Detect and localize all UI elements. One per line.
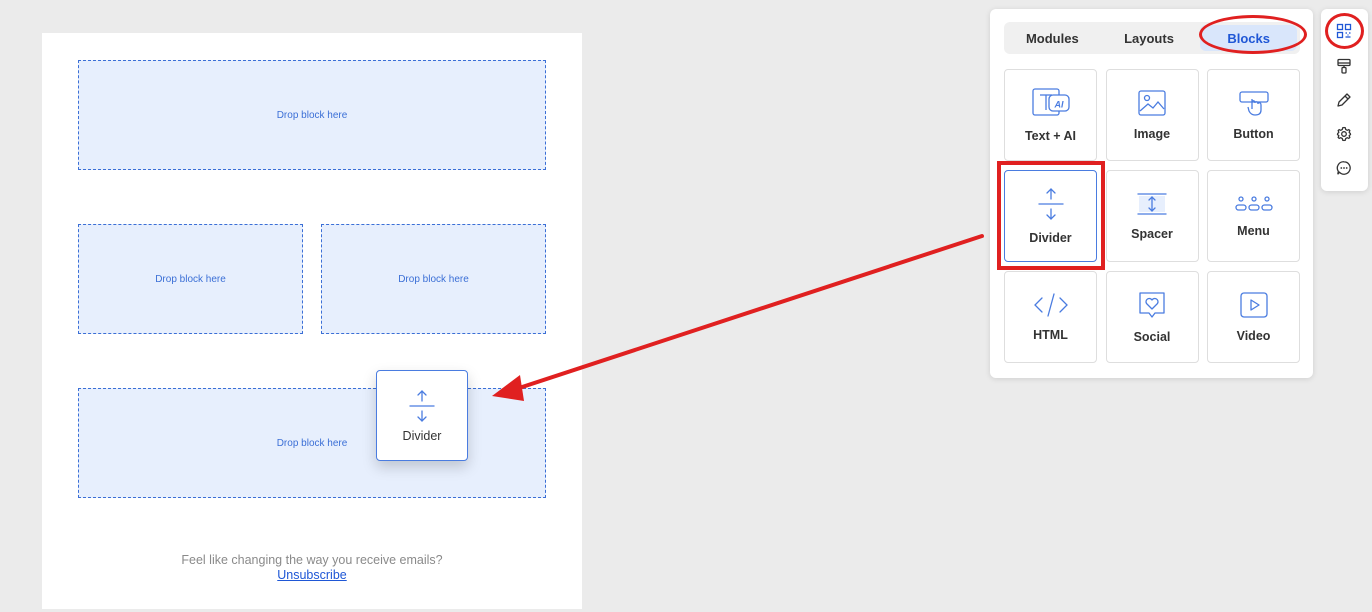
pencil-icon bbox=[1337, 93, 1351, 107]
blocks-grid: AI Text + AI Image Button Divider Spacer… bbox=[1004, 69, 1300, 363]
gear-icon bbox=[1336, 126, 1352, 142]
block-label: HTML bbox=[1033, 328, 1068, 342]
divider-icon bbox=[409, 389, 435, 422]
footer-text: Feel like changing the way you receive e… bbox=[181, 553, 443, 567]
drop-zone-left[interactable]: Drop block here bbox=[78, 224, 303, 334]
right-toolbar bbox=[1321, 9, 1368, 191]
drop-zone-label: Drop block here bbox=[155, 273, 226, 285]
blocks-panel: Modules Layouts Blocks AI Text + AI Imag… bbox=[990, 9, 1313, 378]
block-menu[interactable]: Menu bbox=[1207, 170, 1300, 262]
block-spacer[interactable]: Spacer bbox=[1105, 170, 1199, 262]
drop-zone-right[interactable]: Drop block here bbox=[321, 224, 546, 334]
image-icon bbox=[1138, 90, 1166, 116]
block-label: Video bbox=[1236, 329, 1271, 343]
social-icon bbox=[1139, 292, 1165, 318]
block-divider[interactable]: Divider bbox=[1004, 170, 1097, 262]
block-text-ai[interactable]: AI Text + AI bbox=[1004, 69, 1097, 161]
video-icon bbox=[1239, 292, 1268, 318]
email-canvas: Drop block here Drop block here Drop blo… bbox=[42, 33, 582, 609]
block-label: Divider bbox=[1029, 231, 1072, 245]
block-html[interactable]: HTML bbox=[1004, 271, 1097, 363]
chat-icon bbox=[1336, 161, 1351, 175]
unsubscribe-link[interactable]: Unsubscribe bbox=[42, 568, 582, 582]
menu-icon bbox=[1234, 196, 1273, 211]
spacer-icon bbox=[1137, 193, 1167, 215]
svg-text:AI: AI bbox=[1053, 100, 1063, 110]
panel-tabs: Modules Layouts Blocks bbox=[1004, 22, 1300, 54]
block-label: Text + AI bbox=[1024, 129, 1077, 143]
html-icon bbox=[1033, 293, 1068, 317]
comments-button[interactable] bbox=[1332, 156, 1356, 180]
paint-roller-icon bbox=[1337, 58, 1351, 74]
block-label: Image bbox=[1133, 127, 1171, 141]
block-label: Social bbox=[1133, 330, 1171, 344]
blocks-grid-icon bbox=[1336, 23, 1352, 39]
block-video[interactable]: Video bbox=[1207, 271, 1300, 363]
tab-layouts[interactable]: Layouts bbox=[1101, 22, 1198, 54]
drop-zone-bottom[interactable]: Drop block here bbox=[78, 388, 546, 498]
dragged-divider-block[interactable]: Divider bbox=[376, 370, 468, 461]
block-label: Spacer bbox=[1131, 227, 1173, 241]
tab-modules[interactable]: Modules bbox=[1004, 22, 1101, 54]
block-label: Menu bbox=[1237, 224, 1270, 238]
drop-zone-label: Drop block here bbox=[276, 109, 348, 121]
style-button[interactable] bbox=[1332, 54, 1356, 78]
text-ai-icon: AI bbox=[1031, 88, 1070, 116]
drop-zone-top[interactable]: Drop block here bbox=[78, 60, 546, 170]
drop-zone-label: Drop block here bbox=[398, 273, 469, 285]
block-image[interactable]: Image bbox=[1105, 69, 1199, 161]
tab-blocks[interactable]: Blocks bbox=[1200, 25, 1298, 51]
dragged-block-label: Divider bbox=[402, 428, 442, 443]
edit-button[interactable] bbox=[1332, 88, 1356, 112]
block-button[interactable]: Button bbox=[1207, 69, 1300, 161]
block-label: Button bbox=[1233, 127, 1274, 141]
blocks-grid-button[interactable] bbox=[1332, 19, 1356, 43]
drop-zone-label: Drop block here bbox=[276, 437, 348, 449]
button-icon bbox=[1238, 91, 1269, 116]
settings-button[interactable] bbox=[1332, 122, 1356, 146]
block-social[interactable]: Social bbox=[1105, 271, 1199, 363]
divider-icon bbox=[1037, 188, 1064, 220]
